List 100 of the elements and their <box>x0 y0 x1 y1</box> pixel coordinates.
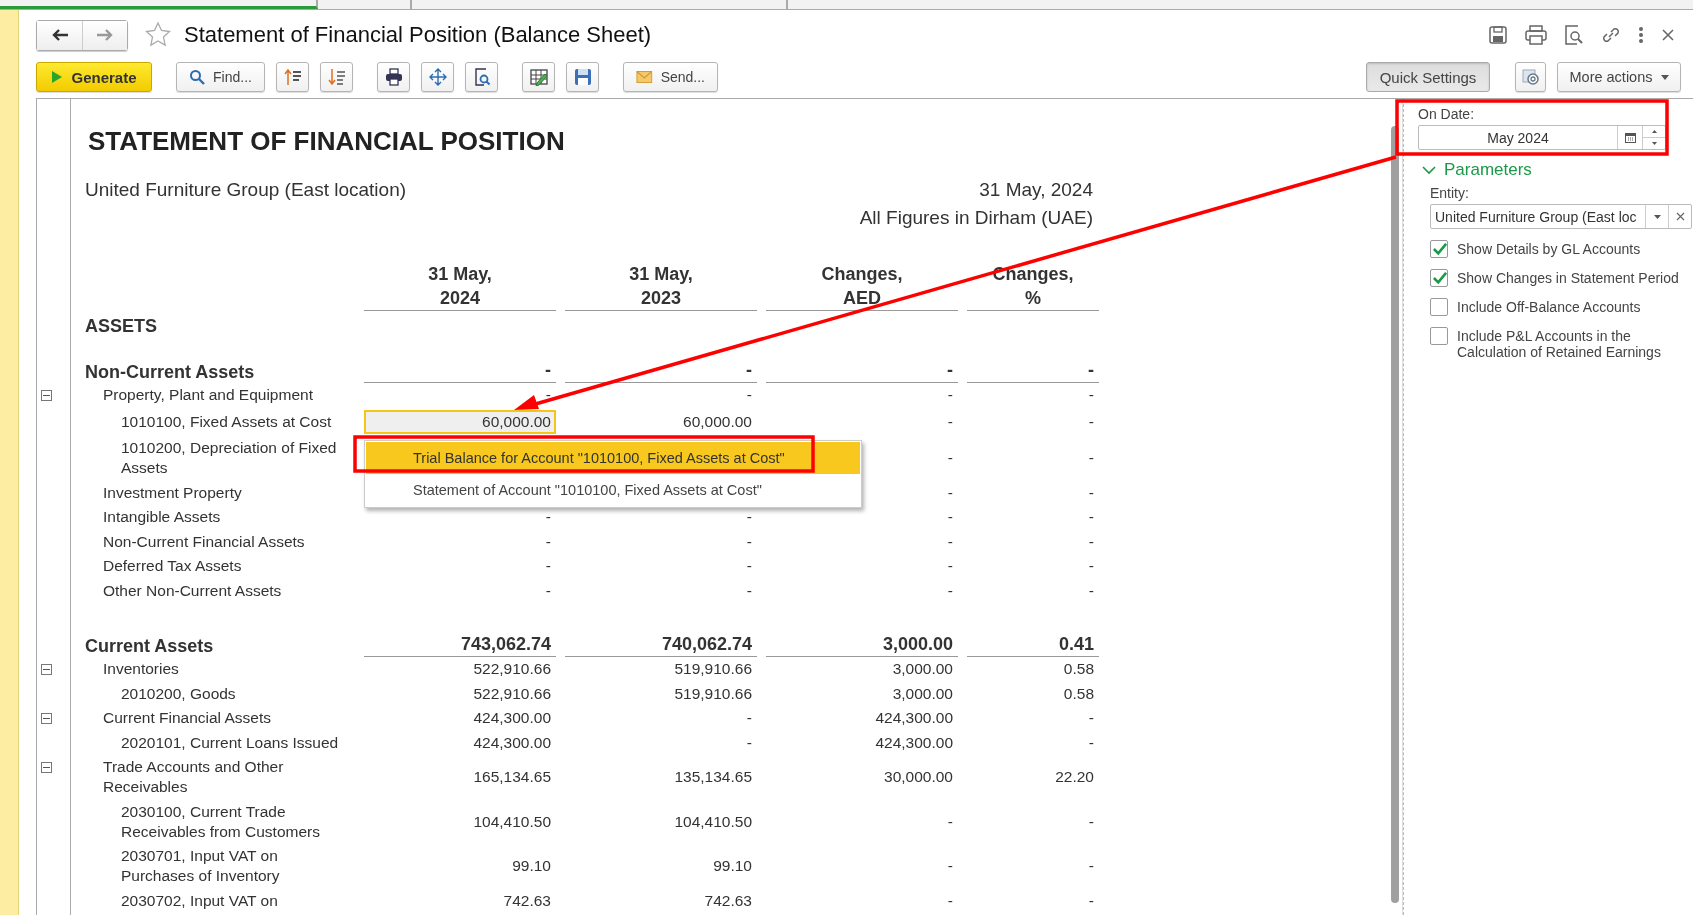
checkbox[interactable] <box>1430 269 1448 287</box>
send-button[interactable]: Send... <box>623 62 718 92</box>
table-cell: - <box>545 581 551 599</box>
row-label: Current Financial Assets <box>103 709 271 726</box>
parameters-header[interactable]: Parameters <box>1422 160 1693 180</box>
checkbox-label: Include P&L Accounts in the Calculation of Retained Earnings <box>1457 327 1662 360</box>
table-cell: 165,134.65 <box>473 768 551 785</box>
table-cell: - <box>746 508 752 525</box>
table-cell: 742.63 <box>704 891 752 909</box>
close-icon[interactable] <box>1661 28 1675 42</box>
preview-button[interactable] <box>465 62 498 92</box>
row-label: Deferred Tax Assets <box>103 557 242 574</box>
more-actions-button[interactable]: More actions <box>1557 62 1681 92</box>
field-label: On Date: <box>1418 106 1476 122</box>
more-icon[interactable] <box>1638 26 1644 44</box>
table-cell: 3,000.00 <box>892 684 953 702</box>
table-cell: - <box>947 557 953 574</box>
print-button[interactable] <box>377 62 410 92</box>
table-pencil-icon <box>529 68 548 86</box>
table-cell: 740,062.74 <box>661 633 752 654</box>
envelope-icon <box>636 70 653 84</box>
table-cell: 0.41 <box>1058 633 1094 654</box>
column-header: Changes, % <box>967 262 1099 312</box>
table-cell: - <box>1088 891 1094 909</box>
star-icon[interactable] <box>144 21 172 49</box>
row-label: Investment Property <box>103 483 242 501</box>
back-button[interactable] <box>37 20 82 50</box>
table-cell: - <box>1088 557 1094 574</box>
menu-item[interactable]: Statement of Account "1010100, Fixed Assets at Cost" <box>366 474 860 506</box>
table-cell: 30,000.00 <box>884 768 953 785</box>
report-title: STATEMENT OF FINANCIAL POSITION <box>88 126 566 157</box>
collapse-toggle[interactable] <box>41 762 52 773</box>
entity-field[interactable]: United Furniture Group (East loc <box>1430 204 1692 229</box>
collapse-toggle[interactable] <box>41 664 52 675</box>
table-cell: - <box>947 386 953 403</box>
preview-icon[interactable] <box>1564 25 1584 45</box>
print-icon <box>384 68 403 86</box>
date-field[interactable]: May 2024 <box>1418 125 1666 150</box>
checkbox[interactable] <box>1430 298 1448 316</box>
link-icon[interactable] <box>1601 25 1621 45</box>
column-header: Changes, AED <box>766 262 958 312</box>
table-cell: - <box>1088 412 1094 430</box>
table-cell: - <box>947 532 953 550</box>
collapse-toggle[interactable] <box>41 390 52 401</box>
table-cell: 424,300.00 <box>473 709 551 726</box>
sort-descending-button[interactable] <box>320 62 353 92</box>
currency-note: All Figures in Dirham (UAE) <box>859 207 1093 229</box>
collapse-toggle[interactable] <box>41 713 52 724</box>
table-cell: - <box>947 857 953 874</box>
move-button[interactable] <box>421 62 454 92</box>
table-cell: 104,410.50 <box>473 812 551 830</box>
table-cell: - <box>545 359 551 380</box>
table-cell: 60,000.00 <box>683 412 752 430</box>
row-label: 2020101, Current Loans Issued <box>121 733 339 751</box>
edit-table-button[interactable] <box>522 62 555 92</box>
save-button[interactable] <box>566 62 599 92</box>
caret-icon <box>1660 74 1669 80</box>
table-cell: - <box>545 557 551 574</box>
up-caret-icon <box>1651 130 1657 133</box>
row-label: Other Non-Current Assets <box>103 581 282 599</box>
table-cell: - <box>947 412 953 430</box>
table-cell: 0.58 <box>1063 660 1094 677</box>
checkbox[interactable] <box>1430 327 1448 345</box>
table-cell: - <box>947 581 953 599</box>
settings-button[interactable] <box>1515 62 1546 92</box>
save-icon[interactable] <box>1488 25 1508 45</box>
column-header: 31 May, 2024 <box>364 262 556 312</box>
down-caret-icon <box>1651 142 1657 145</box>
table-cell: - <box>947 508 953 525</box>
table-cell: 424,300.00 <box>875 733 953 751</box>
checkbox-label: Include Off-Balance Accounts <box>1457 298 1641 315</box>
tab[interactable] <box>0 0 318 9</box>
table-cell: - <box>947 891 953 909</box>
generate-button[interactable]: Generate <box>36 62 152 92</box>
play-icon <box>51 70 64 84</box>
checkbox[interactable] <box>1430 240 1448 258</box>
column-header: 31 May, 2023 <box>565 262 757 312</box>
row-label: 2030100, Current Trade Receivables from Customers <box>121 802 320 840</box>
find-button[interactable]: Find... <box>176 62 265 92</box>
table-cell: - <box>746 359 752 380</box>
group-heading: Non-Current Assets <box>85 361 255 382</box>
quick-settings-button[interactable]: Quick Settings <box>1366 62 1490 92</box>
settings-icon <box>1520 67 1541 87</box>
scrollbar[interactable] <box>1388 99 1403 915</box>
table-cell: - <box>746 709 752 726</box>
print-icon[interactable] <box>1525 25 1547 45</box>
table-cell: - <box>746 557 752 574</box>
sort-ascending-button[interactable] <box>276 62 309 92</box>
table-cell: - <box>947 359 953 380</box>
sort-descending-icon <box>327 68 346 86</box>
table-cell: 742.63 <box>503 891 551 909</box>
table-cell: 104,410.50 <box>674 812 752 830</box>
scrollbar-thumb[interactable] <box>1391 126 1399 903</box>
back-arrow-icon <box>50 28 69 42</box>
row-label: 1010200, Depreciation of Fixed Assets <box>121 439 337 476</box>
row-label: Inventories <box>103 660 179 677</box>
row-label: 2030701, Input VAT on Purchases of Inventory <box>121 847 280 884</box>
table-cell: 424,300.00 <box>875 709 953 726</box>
table-cell: - <box>947 449 953 466</box>
row-label: 1010100, Fixed Assets at Cost <box>121 412 332 430</box>
